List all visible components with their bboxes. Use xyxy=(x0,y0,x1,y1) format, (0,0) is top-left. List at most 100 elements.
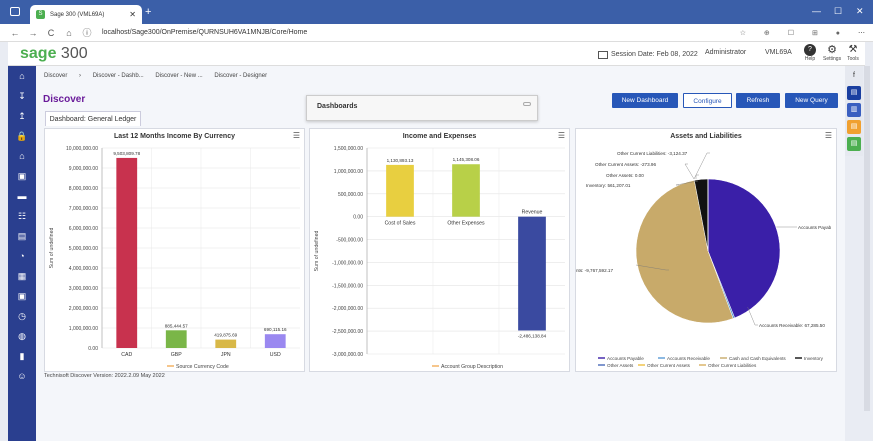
browser-tab[interactable]: S Sage 300 (VML69A) ✕ xyxy=(30,5,142,24)
new-tab-button[interactable]: + xyxy=(145,6,151,18)
close-window-icon[interactable]: ✕ xyxy=(856,6,864,17)
browser-toolbar-icons[interactable]: ☆ ⊕ ☐ ⊞ ● xyxy=(740,29,848,37)
category-label: GBP xyxy=(171,352,182,358)
tools-button[interactable]: ⚒ Tools xyxy=(845,44,861,62)
bar xyxy=(116,157,138,348)
tab-actions-icon[interactable] xyxy=(10,7,20,16)
category-label: Revenue xyxy=(522,210,543,216)
legend-label: Inventory xyxy=(804,356,824,361)
panel-minimize-icon[interactable] xyxy=(523,102,531,106)
breadcrumb-item[interactable]: Discover - Dashb... xyxy=(93,73,144,79)
y-tick-label: -1,500,000.00 xyxy=(332,283,363,289)
income-expenses-chart: -3,000,000.00 -2,500,000.00 -2,000,000.00 -… xyxy=(314,146,565,370)
close-tab-icon[interactable]: ✕ xyxy=(129,10,136,19)
y-tick-label: -1,000,000.00 xyxy=(332,260,363,266)
sage-logo: sage 300 xyxy=(20,45,88,62)
help-icon: ? xyxy=(804,44,816,56)
home-icon[interactable]: ⌂ xyxy=(8,66,36,86)
export-icon[interactable]: ↥ xyxy=(8,106,36,126)
folder-icon[interactable]: ▬ xyxy=(8,186,36,206)
chart-icon[interactable]: ▮ xyxy=(8,346,36,366)
grid-icon[interactable]: ▤ xyxy=(847,86,861,100)
bar xyxy=(165,330,187,348)
y-tick-label: 10,000,000.00 xyxy=(66,146,98,152)
y-tick-label: -2,500,000.00 xyxy=(332,329,363,335)
calendar-icon xyxy=(598,51,608,59)
refresh-button[interactable]: Refresh xyxy=(736,93,780,108)
calendar-icon[interactable]: ▣ xyxy=(8,286,36,306)
assets-liabilities-chart: Accounts Payab Accounts Receivable: 67,28… xyxy=(576,151,832,368)
y-tick-label: 500,000.00 xyxy=(338,192,363,198)
home-icon[interactable]: ⌂ xyxy=(60,28,78,38)
y-tick-label: 1,000,000.00 xyxy=(69,326,98,332)
y-tick-label: 1,500,000.00 xyxy=(334,146,363,152)
data-label: 885,444.57 xyxy=(165,323,188,328)
category-label: USD xyxy=(270,352,281,358)
breadcrumb-item[interactable]: Discover - Designer xyxy=(214,73,267,79)
report-icon[interactable]: ▦ xyxy=(8,266,36,286)
clock-icon[interactable]: ◷ xyxy=(8,306,36,326)
import-icon[interactable]: ↧ xyxy=(8,86,36,106)
legend-label: Other Current Assets xyxy=(647,363,691,368)
legend-label: Account Group Description xyxy=(441,364,503,370)
maximize-icon[interactable]: ☐ xyxy=(834,6,842,17)
dashboards-panel[interactable]: Dashboards xyxy=(306,95,538,121)
sage-favicon-icon: S xyxy=(36,10,45,19)
configure-button[interactable]: Configure xyxy=(683,93,732,108)
y-tick-label: 9,000,000.00 xyxy=(69,166,98,172)
version-footer: Technisoft Discover Version: 2022.2.09 M… xyxy=(44,373,165,379)
smiley-icon[interactable]: ☺ xyxy=(8,366,36,386)
pie-icon[interactable]: ◔ xyxy=(8,246,36,266)
bar xyxy=(264,334,286,348)
legend-label: Cash and Cash Equivalents xyxy=(729,356,786,361)
document-icon[interactable]: ▤ xyxy=(8,226,36,246)
breadcrumb-item[interactable]: Discover - New ... xyxy=(155,73,202,79)
forward-icon[interactable]: → xyxy=(24,28,42,38)
globe-icon[interactable]: ◍ xyxy=(8,326,36,346)
y-tick-label: 0.00 xyxy=(88,346,98,352)
settings-button[interactable]: ⚙ Settings xyxy=(823,44,841,62)
settings-label: Settings xyxy=(823,56,842,62)
copy-icon[interactable]: ▥ xyxy=(847,103,861,117)
minimize-icon[interactable]: — xyxy=(812,6,821,16)
url-field[interactable]: localhost/Sage300/OnPremise/QURNSUH6VA1M… xyxy=(102,29,307,36)
bar xyxy=(215,339,237,348)
breadcrumb-item[interactable]: Discover xyxy=(44,73,67,79)
y-tick-label: 8,000,000.00 xyxy=(69,186,98,192)
browser-menu-icon[interactable]: ⋯ xyxy=(858,29,865,37)
users-icon[interactable]: ☷ xyxy=(8,206,36,226)
legend-label: Accounts Payable xyxy=(607,356,644,361)
slice-label: nts: -9,767,592.17 xyxy=(576,268,613,273)
y-tick-label: 1,000,000.00 xyxy=(334,169,363,175)
sheet-icon[interactable]: ▤ xyxy=(847,137,861,151)
income-by-currency-chart: 0.00 1,000,000.00 2,000,000.00 3,000,000.00… xyxy=(49,146,300,370)
breadcrumb-separator: › xyxy=(79,73,82,79)
new-dashboard-button[interactable]: New Dashboard xyxy=(612,93,678,108)
site-info-icon[interactable]: ⓘ xyxy=(78,26,96,39)
category-label: Other Expenses xyxy=(447,221,485,227)
format-icon[interactable]: f xyxy=(847,69,861,83)
legend-label: Accounts Receivable xyxy=(667,356,710,361)
bar xyxy=(386,164,414,217)
y-tick-label: -3,000,000.00 xyxy=(332,352,363,358)
refresh-icon[interactable]: C xyxy=(42,28,60,38)
tools-label: Tools xyxy=(847,56,859,62)
y-tick-label: 3,000,000.00 xyxy=(69,286,98,292)
lock-icon[interactable]: 🔒 xyxy=(8,126,36,146)
scrollbar[interactable] xyxy=(864,66,870,411)
y-tick-label: 7,000,000.00 xyxy=(69,206,98,212)
new-query-button[interactable]: New Query xyxy=(785,93,838,108)
y-tick-label: 0.00 xyxy=(353,215,363,221)
back-icon[interactable]: ← xyxy=(6,28,24,38)
excel-icon[interactable]: ▤ xyxy=(847,120,861,134)
settings-icon: ⚙ xyxy=(827,44,837,56)
help-button[interactable]: ? Help xyxy=(803,44,817,62)
bar xyxy=(452,164,480,217)
y-tick-label: 6,000,000.00 xyxy=(69,226,98,232)
bank-icon[interactable]: ⌂ xyxy=(8,146,36,166)
data-label: 1,145,308.06 xyxy=(453,157,480,162)
session-date: Session Date: Feb 08, 2022 xyxy=(611,51,698,58)
tab-general-ledger[interactable]: Dashboard: General Ledger xyxy=(45,111,141,126)
tools-icon: ⚒ xyxy=(848,44,858,55)
briefcase-icon[interactable]: ▣ xyxy=(8,166,36,186)
